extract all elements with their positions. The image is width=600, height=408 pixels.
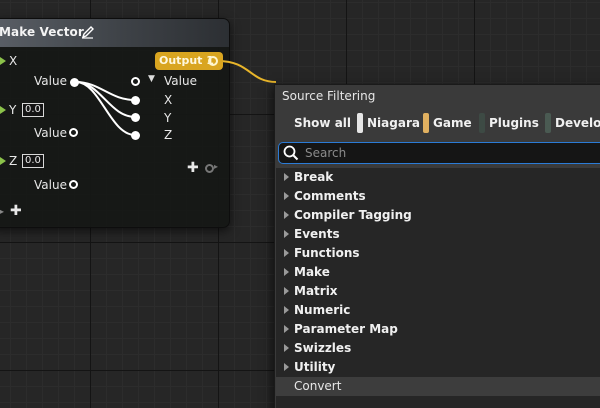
category-label: Events (294, 227, 340, 241)
category-comments[interactable]: Comments (276, 187, 600, 206)
expand-triangle-icon[interactable] (284, 287, 289, 295)
add-pin-plus-icon[interactable]: ✚ (10, 203, 22, 219)
source-filter-row: Show all Niagara Game Plugins Developer (275, 111, 600, 135)
expand-triangle-icon[interactable] (284, 325, 289, 333)
developer-swatch (545, 113, 551, 133)
search-icon (283, 145, 299, 161)
category-matrix[interactable]: Matrix (276, 282, 600, 301)
expand-triangle-icon[interactable] (284, 211, 289, 219)
action-menu[interactable]: Source Filtering Show all Niagara Game P… (274, 84, 600, 408)
convert-item[interactable]: Convert (276, 377, 600, 396)
pencil-icon[interactable] (81, 25, 95, 39)
expand-triangle-icon[interactable] (284, 192, 289, 200)
category-label: Make (294, 265, 330, 279)
expand-triangle-icon[interactable] (284, 230, 289, 238)
y-value-pin[interactable] (69, 128, 78, 137)
category-label: Matrix (294, 284, 338, 298)
category-label: Functions (294, 246, 360, 260)
y-value-pin-label: Value (34, 126, 67, 140)
expand-triangle-icon[interactable] (284, 249, 289, 257)
z-value-field[interactable]: 0.0 (22, 154, 44, 168)
expand-arrow-icon[interactable]: ▼ (148, 74, 155, 84)
add-output-plus-icon[interactable]: ✚ (187, 160, 199, 176)
category-label: Break (294, 170, 334, 184)
x-pin-label: X (9, 54, 18, 68)
category-swizzles[interactable]: Swizzles (276, 339, 600, 358)
menu-title: Source Filtering (282, 89, 376, 103)
expand-triangle-icon[interactable] (284, 344, 289, 352)
sub-x-label: X (164, 93, 173, 107)
category-numeric[interactable]: Numeric (276, 301, 600, 320)
struct-value-label: Value (164, 74, 197, 88)
expand-triangle-icon[interactable] (284, 363, 289, 371)
node-title: Make Vector (0, 25, 84, 39)
filter-niagara[interactable]: Niagara (357, 111, 420, 135)
search-box[interactable] (278, 142, 600, 164)
struct-value-pin[interactable] (131, 77, 140, 86)
z-value-pin-label: Value (34, 178, 67, 192)
value-pin[interactable] (70, 78, 79, 87)
filter-show-all[interactable]: Show all (283, 111, 351, 135)
output-1-label: Output 1 (159, 54, 214, 67)
category-label: Utility (294, 360, 336, 374)
category-break[interactable]: Break (276, 168, 600, 187)
expand-triangle-icon[interactable] (284, 173, 289, 181)
filter-show-all-label: Show all (294, 116, 352, 130)
category-utility[interactable]: Utility (276, 358, 600, 377)
filter-game[interactable]: Game (423, 111, 472, 135)
add-output-arrow-icon: ▸ (214, 162, 219, 171)
filter-plugins[interactable]: Plugins (479, 111, 539, 135)
search-input[interactable] (305, 143, 600, 163)
category-list: Break Comments Compiler Tagging Events F… (276, 168, 600, 408)
x-pin-arrow[interactable] (0, 57, 6, 65)
category-label: Numeric (294, 303, 351, 317)
expand-triangle-icon[interactable] (284, 268, 289, 276)
category-label: Compiler Tagging (294, 208, 412, 222)
game-swatch (423, 113, 429, 133)
output-1-pin[interactable]: Output 1 (155, 52, 223, 70)
filter-niagara-label: Niagara (367, 116, 420, 130)
sub-x-pin[interactable] (131, 96, 140, 105)
filter-plugins-label: Plugins (489, 116, 539, 130)
y-pin-label: Y (9, 103, 17, 117)
node-header[interactable]: Make Vector (0, 19, 229, 47)
y-pin-arrow[interactable] (0, 106, 6, 114)
sub-y-label: Y (164, 111, 172, 125)
y-value-field[interactable]: 0.0 (22, 103, 44, 117)
z-pin-arrow[interactable] (0, 157, 6, 165)
category-functions[interactable]: Functions (276, 244, 600, 263)
add-pin-arrow-icon: ▸ (0, 204, 5, 218)
category-make[interactable]: Make (276, 263, 600, 282)
category-compiler-tagging[interactable]: Compiler Tagging (276, 206, 600, 225)
category-label: Swizzles (294, 341, 352, 355)
add-output-pin[interactable] (205, 164, 214, 173)
z-value-pin[interactable] (69, 180, 78, 189)
expand-triangle-icon[interactable] (284, 306, 289, 314)
filter-game-label: Game (433, 116, 472, 130)
niagara-swatch (357, 113, 363, 133)
value-pin-label: Value (34, 74, 67, 88)
category-events[interactable]: Events (276, 225, 600, 244)
sub-z-label: Z (164, 128, 173, 142)
filter-developer-label: Developer (555, 116, 600, 130)
sub-y-pin[interactable] (131, 113, 140, 122)
plugins-swatch (479, 113, 485, 133)
category-label: Parameter Map (294, 322, 398, 336)
filter-developer[interactable]: Developer (545, 111, 600, 135)
category-label: Comments (294, 189, 366, 203)
z-pin-label: Z (9, 154, 18, 168)
category-parameter-map[interactable]: Parameter Map (276, 320, 600, 339)
output-pin-ring[interactable] (208, 56, 218, 66)
sub-z-pin[interactable] (131, 131, 140, 140)
make-vector-node[interactable]: Make Vector (0, 18, 230, 228)
